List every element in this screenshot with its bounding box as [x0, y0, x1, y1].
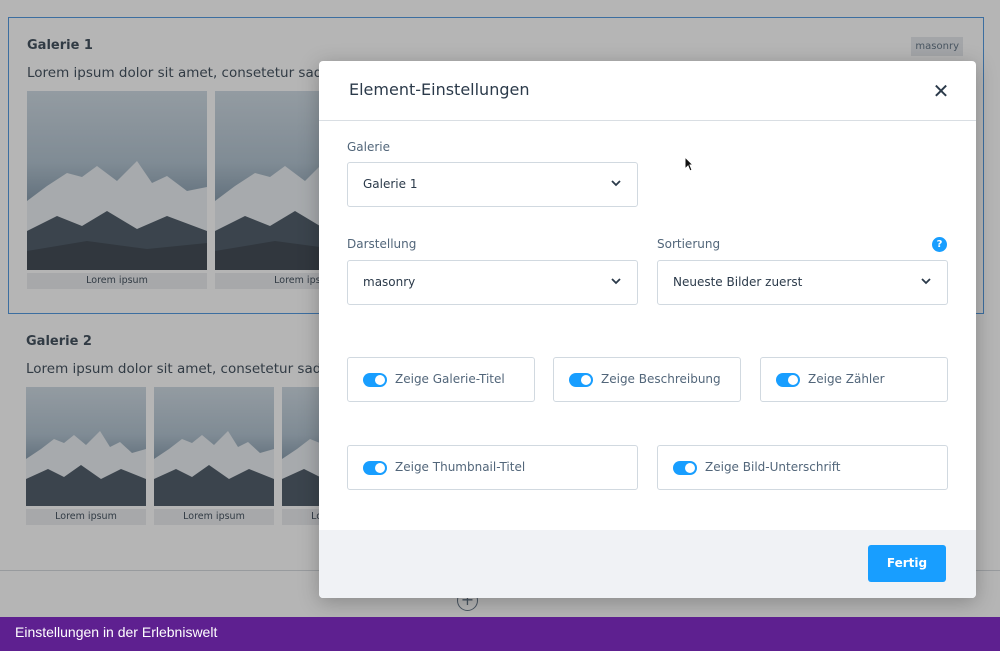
gallery-select-value: Galerie 1: [363, 177, 418, 191]
gallery-select[interactable]: Galerie 1: [347, 162, 638, 207]
done-button[interactable]: Fertig: [868, 545, 946, 582]
modal-footer: Fertig: [319, 530, 976, 598]
toggle-switch[interactable]: [673, 461, 697, 475]
question-icon[interactable]: ?: [932, 237, 947, 252]
bottom-caption-bar: Einstellungen in der Erlebniswelt: [0, 617, 1000, 651]
toggle-label: Zeige Bild-Unterschrift: [705, 460, 841, 474]
toggle-label: Zeige Zähler: [808, 372, 885, 386]
toggle-show-thumbnail-title[interactable]: Zeige Thumbnail-Titel: [347, 445, 638, 490]
toggle-show-description[interactable]: Zeige Beschreibung: [553, 357, 741, 402]
toggle-label: Zeige Thumbnail-Titel: [395, 460, 526, 474]
gallery-label: Galerie: [347, 140, 391, 154]
display-label: Darstellung: [347, 237, 417, 251]
toggle-switch[interactable]: [363, 461, 387, 475]
display-select-value: masonry: [363, 275, 416, 289]
chevron-down-icon: [611, 278, 621, 285]
toggle-switch[interactable]: [569, 373, 593, 387]
toggle-switch[interactable]: [776, 373, 800, 387]
display-select[interactable]: masonry: [347, 260, 638, 305]
toggle-show-image-caption[interactable]: Zeige Bild-Unterschrift: [657, 445, 948, 490]
element-settings-modal: Element-Einstellungen ✕ Galerie Galerie …: [319, 61, 976, 598]
chevron-down-icon: [921, 278, 931, 285]
chevron-down-icon: [611, 180, 621, 187]
mouse-cursor-icon: [684, 156, 694, 172]
toggle-label: Zeige Galerie-Titel: [395, 372, 505, 386]
close-icon[interactable]: ✕: [928, 78, 954, 104]
sorting-label: Sortierung: [657, 237, 721, 251]
bottom-caption-text: Einstellungen in der Erlebniswelt: [15, 624, 218, 640]
sorting-select-value: Neueste Bilder zuerst: [673, 275, 803, 289]
toggle-show-counter[interactable]: Zeige Zähler: [760, 357, 948, 402]
toggle-show-gallery-title[interactable]: Zeige Galerie-Titel: [347, 357, 535, 402]
toggle-switch[interactable]: [363, 373, 387, 387]
modal-title: Element-Einstellungen: [349, 80, 530, 99]
sorting-select[interactable]: Neueste Bilder zuerst: [657, 260, 948, 305]
toggle-label: Zeige Beschreibung: [601, 372, 721, 386]
modal-header: Element-Einstellungen ✕: [319, 61, 976, 121]
